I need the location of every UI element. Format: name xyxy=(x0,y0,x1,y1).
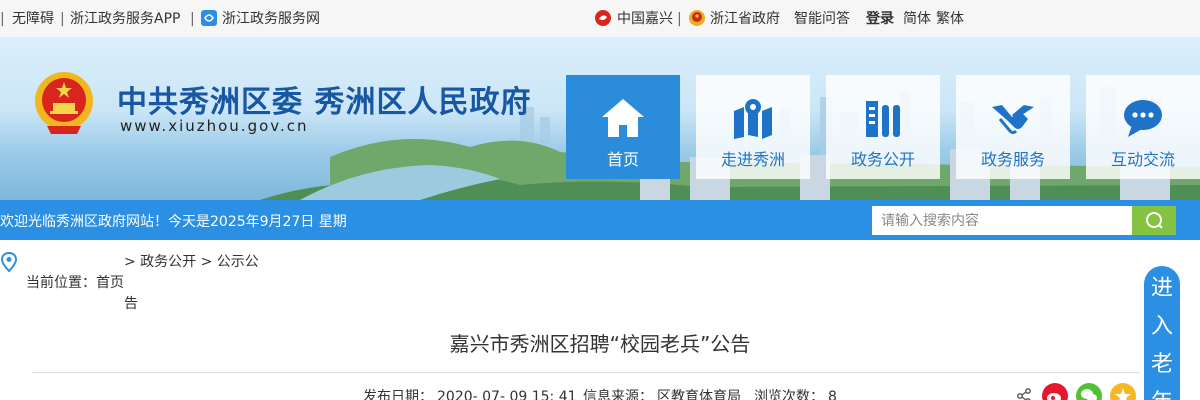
china-jiaxing-icon xyxy=(594,9,612,32)
breadcrumb-path[interactable]: > 政务公开 > 公示公 xyxy=(124,253,259,271)
search-input[interactable] xyxy=(872,206,1134,235)
wechat-share-button[interactable] xyxy=(1076,383,1102,400)
map-pin-icon xyxy=(734,99,772,139)
welcome-bar: 欢迎光临秀洲区政府网站！今天是2025年9月27日 星期 xyxy=(0,200,1200,240)
search-icon xyxy=(1146,212,1163,229)
qzone-star-icon xyxy=(1115,388,1131,400)
nav-label: 政务服务 xyxy=(980,150,1045,169)
breadcrumb-wrap-text: 告 xyxy=(124,296,138,312)
search-button[interactable] xyxy=(1132,206,1176,235)
zhejiang-emblem-icon xyxy=(688,9,706,32)
elderly-mode-button[interactable]: 进 入 老 年 xyxy=(1144,266,1180,400)
accessibility-link[interactable]: 无障碍 xyxy=(12,10,54,28)
source-value: 区教育体育局 xyxy=(657,389,741,400)
site-title: 中共秀洲区委 秀洲区人民政府 xyxy=(117,85,532,120)
qzone-share-button[interactable] xyxy=(1110,383,1136,400)
welcome-text: 欢迎光临秀洲区政府网站！今天是2025年9月27日 星期 xyxy=(0,214,347,230)
elderly-mode-char: 进 xyxy=(1150,276,1173,301)
weibo-share-button[interactable] xyxy=(1042,383,1068,400)
traditional-link[interactable]: 繁体 xyxy=(936,10,964,28)
source-label: 信息来源： xyxy=(583,389,653,400)
separator: | xyxy=(190,11,195,27)
share-icon[interactable] xyxy=(1016,388,1032,400)
nav-label: 政务公开 xyxy=(850,150,915,169)
elderly-mode-char: 年 xyxy=(1144,386,1180,400)
nav-gov-affairs[interactable]: 政务公开 xyxy=(826,75,940,179)
zhejiang-gov-link[interactable]: 浙江省政府 xyxy=(710,10,780,28)
location-pin-icon xyxy=(1,252,17,272)
wechat-icon xyxy=(1081,389,1097,400)
nav-home[interactable]: 首页 xyxy=(566,75,680,179)
national-emblem-icon xyxy=(35,72,93,134)
simplified-link[interactable]: 简体 xyxy=(903,10,931,28)
document-columns-icon xyxy=(866,101,900,137)
handshake-icon xyxy=(992,105,1034,134)
publish-date-label: 发布日期： xyxy=(363,389,433,400)
weibo-icon xyxy=(1047,393,1061,400)
breadcrumb-label: 当前位置： xyxy=(26,275,96,291)
nav-interaction[interactable]: 互动交流 xyxy=(1086,75,1200,179)
smart-qa-link[interactable]: 智能问答 xyxy=(794,10,850,28)
zhejiang-app-link[interactable]: 浙江政务服务APP xyxy=(70,10,180,28)
nav-about-xiuzhou[interactable]: 走进秀洲 xyxy=(696,75,810,179)
separator: | xyxy=(677,11,682,27)
separator: | xyxy=(60,11,65,27)
elderly-mode-char: 老 xyxy=(1150,352,1173,377)
service-net-icon xyxy=(201,10,217,31)
login-link[interactable]: 登录 xyxy=(866,10,894,28)
publish-date: 2020- 07- 09 15: 41 xyxy=(437,389,577,400)
site-url: www.xiuzhou.gov.cn xyxy=(120,117,309,135)
china-jiaxing-link[interactable]: 中国嘉兴 xyxy=(617,10,673,28)
elderly-mode-char: 入 xyxy=(1150,314,1173,339)
views-count: 8 xyxy=(828,389,837,400)
chat-bubble-icon xyxy=(1124,100,1162,137)
home-icon xyxy=(602,99,644,137)
nav-gov-services[interactable]: 政务服务 xyxy=(956,75,1070,179)
nav-label: 走进秀洲 xyxy=(720,150,785,169)
service-net-link[interactable]: 浙江政务服务网 xyxy=(222,10,320,28)
header-banner: 中共秀洲区委 秀洲区人民政府 www.xiuzhou.gov.cn 首页 走进秀… xyxy=(0,37,1200,200)
nav-label: 首页 xyxy=(606,150,639,169)
top-utility-bar: | 无障碍 | 浙江政务服务APP | 浙江政务服务网 中国嘉兴 | 浙江省政府… xyxy=(0,0,1200,37)
views-label: 浏览次数： xyxy=(754,389,824,400)
separator: | xyxy=(0,11,5,27)
article-title: 嘉兴市秀洲区招聘“校园老兵”公告 xyxy=(449,332,751,356)
nav-label: 互动交流 xyxy=(1110,150,1175,169)
divider xyxy=(32,372,1140,373)
breadcrumb-home-link[interactable]: 首页 xyxy=(96,274,124,292)
